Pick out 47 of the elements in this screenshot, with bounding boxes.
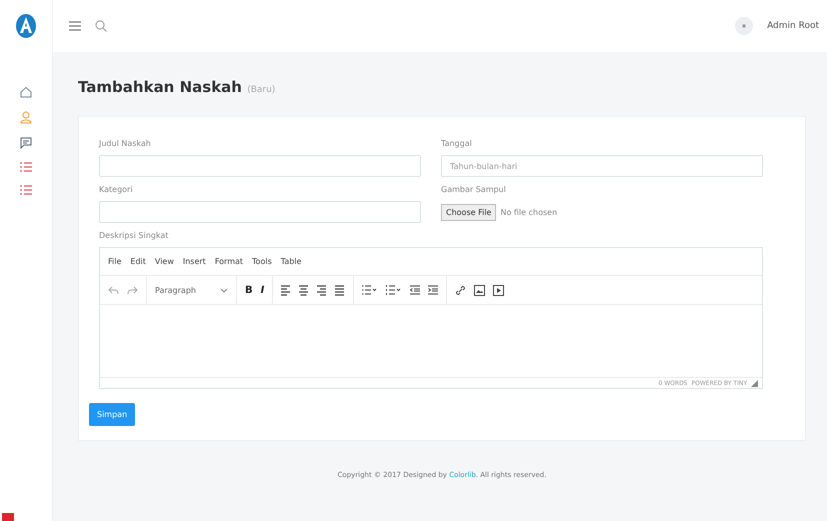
menu-item[interactable]: Edit	[130, 257, 146, 266]
menu-item[interactable]: Tools	[252, 257, 272, 266]
menu-item[interactable]: View	[154, 257, 174, 266]
menu-item[interactable]: Insert	[182, 257, 206, 266]
logo-icon[interactable]	[15, 13, 37, 39]
menu-item[interactable]: Table	[280, 257, 302, 266]
choose-file-button[interactable]: Choose File	[441, 204, 496, 220]
indent-icon[interactable]	[428, 285, 438, 295]
field-label: Gambar Sampul	[441, 185, 507, 194]
media-icon[interactable]	[493, 284, 504, 296]
bullet-list-icon[interactable]	[362, 285, 378, 295]
outdent-icon[interactable]	[410, 285, 420, 295]
align-icon[interactable]	[317, 284, 328, 296]
bold-button[interactable]: B	[244, 284, 253, 296]
link-icon[interactable]	[455, 284, 466, 296]
list-icon[interactable]	[20, 162, 32, 172]
input-field[interactable]	[99, 155, 421, 177]
italic-button[interactable]: I	[260, 284, 264, 296]
caret-icon	[220, 288, 228, 292]
input-field[interactable]: Tahun-bulan-hari	[441, 155, 763, 177]
search-icon[interactable]	[95, 20, 107, 32]
avatar-icon[interactable]	[735, 17, 754, 35]
menu-item[interactable]: Format	[214, 257, 244, 266]
bookmark-icon	[2, 513, 14, 521]
list-icon[interactable]	[20, 185, 32, 195]
numbered-list-icon[interactable]	[386, 285, 402, 295]
resize-handle-icon[interactable]	[751, 380, 758, 386]
input-field[interactable]	[99, 201, 421, 223]
redo-icon[interactable]	[127, 286, 138, 294]
field-label: Deskripsi Singkat	[99, 231, 170, 240]
page-subtitle: (Baru)	[247, 85, 276, 95]
field-label: Tanggal	[441, 139, 473, 148]
page-title: Tambahkan Naskah	[78, 78, 242, 96]
file-status: No file chosen	[500, 208, 558, 216]
home-icon[interactable]	[20, 86, 32, 98]
image-icon[interactable]	[474, 284, 486, 296]
field-label: Kategori	[99, 185, 134, 194]
chat-icon[interactable]	[20, 137, 32, 149]
align-icon[interactable]	[335, 284, 346, 296]
undo-icon[interactable]	[108, 286, 119, 294]
align-icon[interactable]	[299, 284, 310, 296]
menu-icon[interactable]	[69, 21, 81, 31]
field-label: Judul Naskah	[99, 139, 152, 148]
user-name[interactable]: Admin Root	[767, 21, 819, 31]
align-icon[interactable]	[281, 284, 292, 296]
format-dropdown[interactable]: Paragraph	[155, 286, 228, 294]
menu-item[interactable]: File	[108, 257, 122, 266]
